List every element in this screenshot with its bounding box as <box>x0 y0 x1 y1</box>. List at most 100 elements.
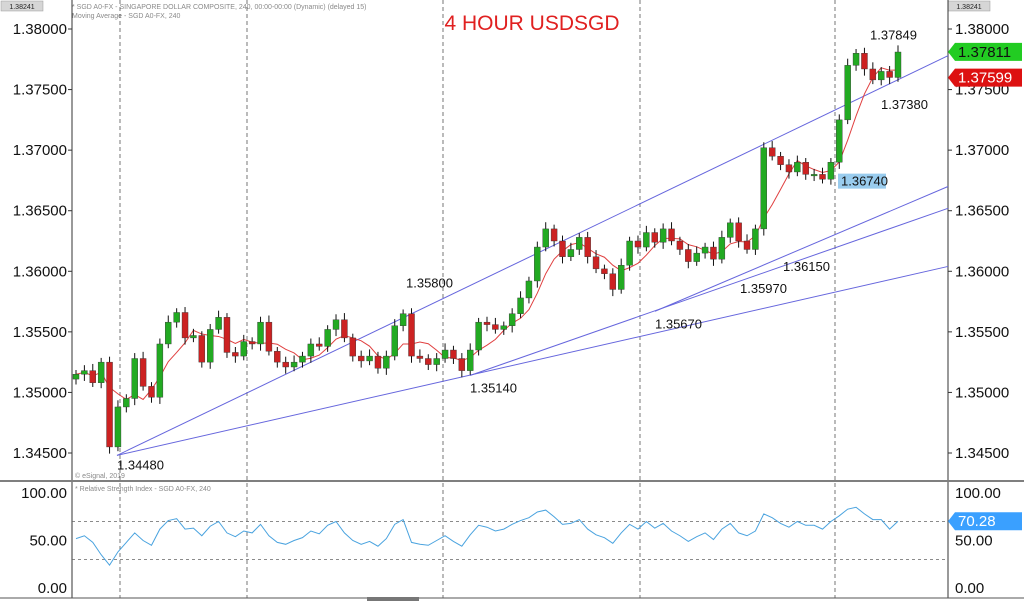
annotation-1: 1.35140 <box>470 380 517 395</box>
candle-body-44 <box>441 349 449 359</box>
watermark: © eSignal, 2019 <box>75 472 125 480</box>
price-tags: 1.37811 1.37599 <box>948 42 1022 87</box>
annotation-6: 1.36740 <box>841 174 888 189</box>
candle-body-60 <box>576 237 583 250</box>
y-tick-left-6: 1.35000 <box>13 384 67 401</box>
annotation-3: 1.35670 <box>655 316 702 331</box>
y-tick-left-3: 1.36500 <box>13 203 67 220</box>
candle-body-71 <box>668 228 675 242</box>
rsi-line <box>75 506 899 567</box>
candle-body-15 <box>198 335 206 363</box>
candle-body-40 <box>408 313 415 357</box>
y-axis-left: 1.38000 1.37500 1.37000 1.36500 1.36000 1.355… <box>13 21 72 462</box>
candle-body-76 <box>710 246 717 260</box>
candle-body-23 <box>265 321 273 352</box>
candle-body-22 <box>257 321 264 345</box>
candle-body-74 <box>693 252 700 262</box>
trendline-3 <box>116 55 949 456</box>
y-tick-left-7: 1.34500 <box>13 445 67 462</box>
y-tick-right-2: 1.37000 <box>955 142 1009 159</box>
candle-body-65 <box>618 265 625 290</box>
header-info-line: * SGD A0-FX - SINGAPORE DOLLAR COMPOSITE… <box>72 4 367 11</box>
candle-body-12 <box>173 312 180 323</box>
candle-body-59 <box>567 249 575 257</box>
candle-body-86 <box>794 162 801 173</box>
candle-body-19 <box>232 352 239 357</box>
candle-body-48 <box>475 321 482 351</box>
candle-body-0 <box>72 374 80 380</box>
y-tick-left-4: 1.36000 <box>13 263 67 280</box>
candle-body-43 <box>433 358 440 365</box>
candle-body-20 <box>240 341 247 357</box>
candle-body-55 <box>534 246 541 282</box>
candle-body-84 <box>777 155 784 165</box>
chart-title: 4 HOUR USDSGD <box>444 12 619 35</box>
candle-body-79 <box>735 222 742 242</box>
candle-body-47 <box>467 349 474 371</box>
candle-body-62 <box>592 256 600 270</box>
candle-body-18 <box>223 317 231 353</box>
candle-body-7 <box>131 358 138 399</box>
y-tick-left-2: 1.37000 <box>13 142 67 159</box>
candle-body-61 <box>584 237 591 257</box>
candle-body-1 <box>81 370 88 375</box>
y-tick-right-3: 1.36500 <box>955 203 1009 220</box>
bottom-scroll-handle[interactable] <box>367 597 419 601</box>
candle-body-66 <box>626 240 633 266</box>
candle-body-77 <box>718 237 726 260</box>
candle-body-49 <box>483 321 491 325</box>
candle-body-83 <box>768 147 776 157</box>
candle-body-38 <box>391 325 398 357</box>
rsi-tick-left-1: 50.00 <box>29 533 67 550</box>
candle-body-58 <box>559 240 566 257</box>
candle-body-82 <box>760 147 767 230</box>
candle-body-81 <box>752 228 759 250</box>
candle-body-64 <box>609 273 617 290</box>
rsi-tick-right-1: 50.00 <box>955 533 993 550</box>
candle-body-45 <box>450 349 457 359</box>
candle-body-33 <box>349 337 356 357</box>
candle-body-5 <box>114 406 122 448</box>
candle-body-91 <box>836 119 843 163</box>
vertical-grid <box>119 0 836 598</box>
candle-body-24 <box>274 351 281 363</box>
trendlines <box>116 55 949 456</box>
candle-body-21 <box>248 341 256 345</box>
candle-body-85 <box>785 164 793 173</box>
candle-body-57 <box>550 228 558 242</box>
candle-body-30 <box>324 329 331 347</box>
candle-body-51 <box>500 325 507 330</box>
candle-body-80 <box>743 240 751 250</box>
y-axis-right: 1.380001.375001.370001.365001.360001.355… <box>948 21 1009 462</box>
candle-body-90 <box>827 162 835 180</box>
candle-body-3 <box>97 361 105 383</box>
candle-body-69 <box>651 232 658 243</box>
candle-body-36 <box>374 355 382 369</box>
candle-body-95 <box>869 68 877 81</box>
annotation-0: 1.34480 <box>117 457 164 472</box>
candle-body-67 <box>634 240 642 248</box>
candle-body-87 <box>802 162 809 175</box>
right-price-chip-label: 1.38241 <box>956 4 981 11</box>
rsi-tick-right-0: 100.00 <box>955 485 1001 502</box>
usdsgd-chart: 1.38241 * SGD A0-FX - SINGAPORE DOLLAR C… <box>0 0 1024 601</box>
candle-body-39 <box>399 313 407 326</box>
candle-body-35 <box>366 355 373 362</box>
candle-body-34 <box>357 355 365 362</box>
candle-body-26 <box>290 361 298 368</box>
rsi-tag-label: 70.28 <box>958 513 996 530</box>
rsi-tick-right-2: 0.00 <box>955 580 984 597</box>
candle-body-14 <box>190 335 197 339</box>
candle-body-10 <box>156 343 164 398</box>
candle-body-53 <box>517 297 524 314</box>
header-price-chip-label: 1.38241 <box>9 4 34 11</box>
candle-body-96 <box>878 71 885 81</box>
candle-body-29 <box>316 343 323 347</box>
candle-body-13 <box>181 312 189 339</box>
candle-body-25 <box>282 361 289 368</box>
annotation-8: 1.37380 <box>881 97 928 112</box>
y-tick-right-4: 1.36000 <box>955 263 1009 280</box>
candle-body-70 <box>659 228 667 243</box>
candle-body-93 <box>852 53 860 66</box>
rsi-axis: 100.00 100.00 50.00 50.00 0.00 0.00 <box>21 485 1001 597</box>
